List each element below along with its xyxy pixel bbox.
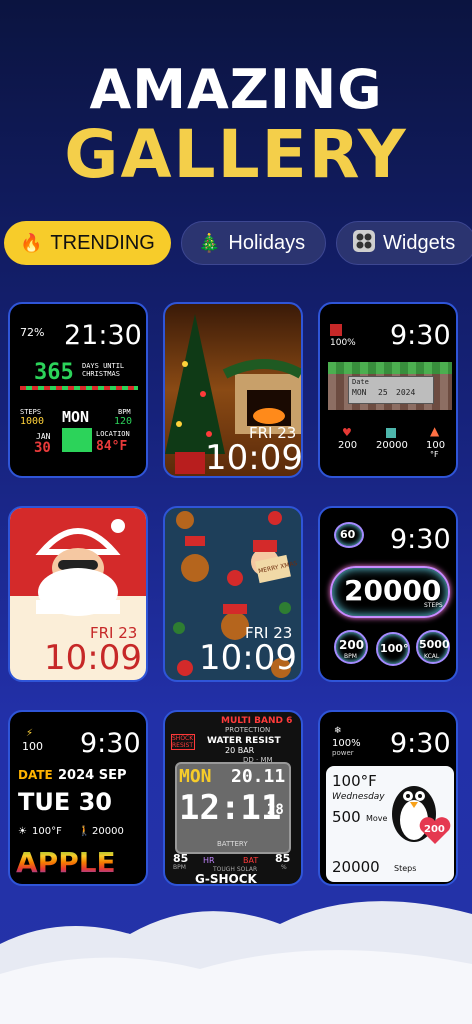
sun-icon: ☀ xyxy=(18,826,27,837)
tab-holidays[interactable]: 🎄 Holidays xyxy=(181,221,326,265)
tab-widgets-label: Widgets xyxy=(383,231,456,254)
protection-label: PROTECTION xyxy=(225,726,271,734)
bpm-value: 200 xyxy=(339,638,365,652)
battery-value: 100% xyxy=(330,338,356,348)
year-month-value: 2024 SEP xyxy=(58,768,127,783)
watchface-card-christmas-tree[interactable]: FRI 23 10:09 xyxy=(163,302,303,478)
torch-icon: ▲ xyxy=(430,424,440,438)
watchface-card-bubbles[interactable]: 60 9:30 20000 STEPS 200 BPM 100° 5000 KC… xyxy=(318,506,458,682)
weekday-value: MON xyxy=(352,388,367,397)
bpm-label: BPM xyxy=(173,864,186,871)
time-value: 9:30 xyxy=(80,728,141,759)
temperature-value: 84°F xyxy=(96,439,128,454)
watchface-card-reindeer-pattern[interactable]: MERRY XMAS FRI 23 10:09 xyxy=(163,506,303,682)
date-label: DATE xyxy=(18,768,53,782)
seconds-value: 28 xyxy=(267,802,284,818)
steps-label: STEPS xyxy=(20,408,42,416)
days-label: DAYS UNTIL CHRISTMAS xyxy=(82,362,125,378)
tab-widgets[interactable]: Widgets xyxy=(336,221,472,265)
day-value: 25 xyxy=(378,388,388,397)
time-value: 10:09 xyxy=(199,638,297,678)
heart-value: 200 xyxy=(338,440,358,451)
temperature-value: 100°F xyxy=(332,772,377,790)
hr-label: HR xyxy=(203,856,215,865)
headline-gallery: GALLERY xyxy=(64,116,408,193)
bar-label: 20 BAR xyxy=(225,746,255,755)
kcal-value: 5000 xyxy=(419,638,450,651)
battery-value: 72% xyxy=(20,326,45,339)
tab-holidays-label: Holidays xyxy=(228,231,306,254)
steps-label: Steps xyxy=(394,864,417,873)
heart-value: 200 xyxy=(424,824,445,835)
date-label: Date xyxy=(352,378,369,386)
day-value: MON xyxy=(62,408,90,426)
band-label: MULTI BAND 6 xyxy=(221,716,293,726)
walk-icon: 🚶 xyxy=(78,826,91,837)
watchface-card-retro-apple[interactable]: ⚡ 100 9:30 DATE 2024 SEP TUE 30 ☀ 100°F … xyxy=(8,710,148,886)
time-value: 10:09 xyxy=(44,638,142,678)
watchface-card-santa[interactable]: FRI 23 10:09 xyxy=(8,506,148,682)
tab-trending-label: TRENDING xyxy=(50,231,155,254)
steps-icon xyxy=(386,428,396,438)
bpm-value: 120 xyxy=(114,416,133,427)
watchface-card-gshock[interactable]: MULTI BAND 6 PROTECTION SHOCK RESIST WAT… xyxy=(163,710,303,886)
tab-trending[interactable]: 🔥 TRENDING xyxy=(4,221,171,265)
recycle-icon xyxy=(62,428,92,452)
water-resist-label: WATER RESIST xyxy=(207,736,281,746)
percent-label: % xyxy=(281,864,287,871)
weekday-value: Wednesday xyxy=(332,792,385,802)
steps-value: 20000 xyxy=(92,826,124,837)
day-value: MON xyxy=(179,766,212,787)
watchface-card-xmas-countdown[interactable]: 72% 21:30 365 DAYS UNTIL CHRISTMAS STEPS… xyxy=(8,302,148,478)
kcal-label: KCAL xyxy=(424,653,440,660)
time-value: 21:30 xyxy=(64,320,142,351)
steps-label: STEPS xyxy=(424,602,443,609)
battery-value: 100% xyxy=(332,738,361,749)
christmas-tree-icon: 🎄 xyxy=(198,232,221,253)
day-value: TUE 30 xyxy=(18,788,113,816)
time-value: 9:30 xyxy=(390,524,451,555)
snow-drift-decoration xyxy=(0,901,472,1024)
move-value: 500 xyxy=(332,808,361,826)
temperature-value: 100°F xyxy=(32,826,62,837)
fire-icon: 🔥 xyxy=(20,232,43,253)
steps-value: 1000 xyxy=(20,416,45,427)
santa-image xyxy=(35,519,125,616)
temperature-value: 100° xyxy=(380,642,409,655)
date-value: 20.11 xyxy=(231,766,286,787)
location-label: LOCATION xyxy=(96,430,130,438)
time-value: 10:09 xyxy=(205,438,303,478)
time-value: 12:11 xyxy=(179,788,282,828)
bolt-icon: ⚡ xyxy=(26,728,34,739)
bpm-label: BPM xyxy=(344,653,357,660)
battery-label: power xyxy=(332,749,354,757)
widgets-icon xyxy=(353,229,375,257)
bpm-label: BPM xyxy=(118,408,131,416)
snowflake-icon: ❄ xyxy=(334,726,342,736)
year-value: 2024 xyxy=(396,388,416,397)
steps-value: 20000 xyxy=(376,440,408,451)
date-value: 30 xyxy=(34,440,51,456)
time-value: 9:30 xyxy=(390,728,451,759)
watchface-card-penguin[interactable]: ❄ 100% power 9:30 100°F Wednesday 500 Mo… xyxy=(318,710,458,886)
headline-amazing: AMAZING xyxy=(89,58,383,121)
battery-label: BATTERY xyxy=(217,840,248,848)
watchface-card-minecraft[interactable]: 100% 9:30 Date MON 25 2024 ♥ 200 20000 ▲… xyxy=(318,302,458,478)
battery-block-icon xyxy=(330,324,342,336)
time-value: 9:30 xyxy=(390,320,451,351)
days-count: 365 xyxy=(34,360,74,385)
temperature-unit: °F xyxy=(430,450,439,459)
move-label: Move xyxy=(366,814,388,823)
heart-icon: ♥ xyxy=(342,426,352,439)
pixel-border xyxy=(20,386,138,390)
battery-value: 60 xyxy=(340,528,356,541)
battery-value: 100 xyxy=(22,740,43,753)
shock-resist-badge: SHOCK RESIST xyxy=(171,734,195,750)
bat-label: BAT xyxy=(243,856,259,865)
category-tabs: 🔥 TRENDING 🎄 Holidays Widgets xyxy=(4,221,472,265)
